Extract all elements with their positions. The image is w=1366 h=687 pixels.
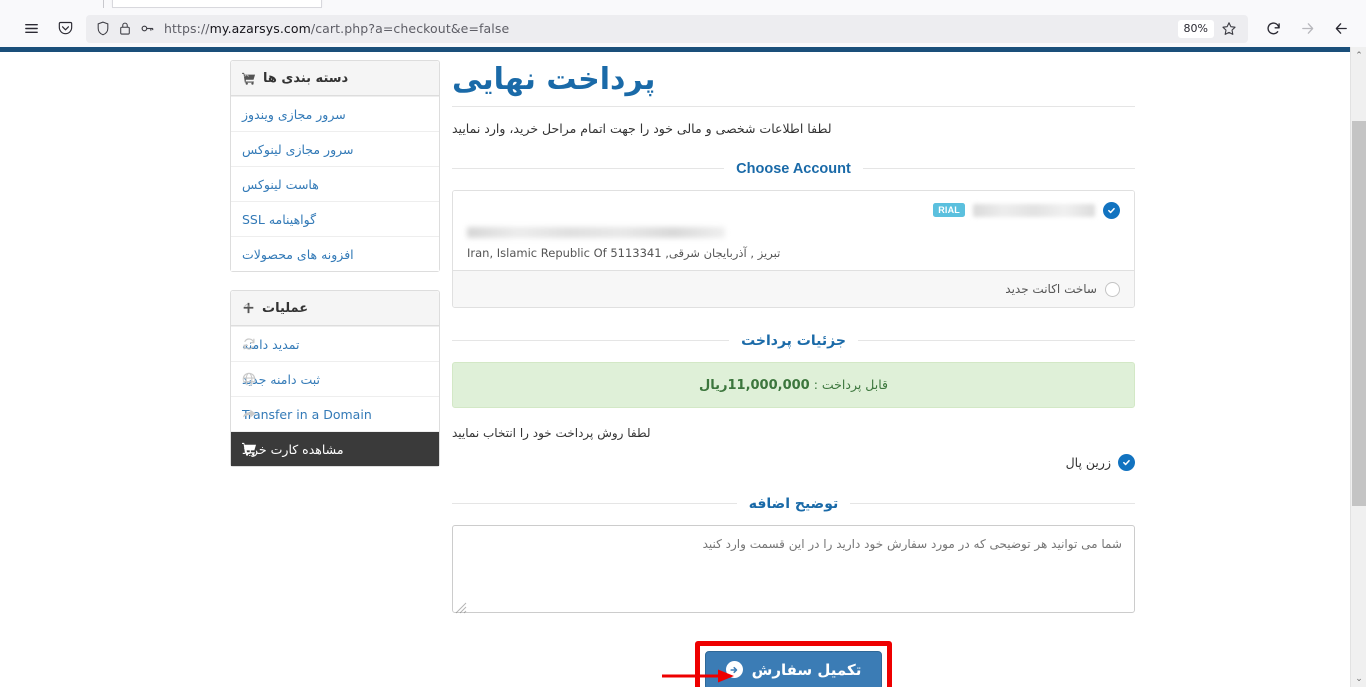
payable-label: قابل پرداخت : [813,377,889,392]
scroll-down-arrow-icon[interactable]: ⌄ [1351,670,1366,687]
checkout-area: تکمیل سفارش [452,640,1135,687]
actions-panel: ⌃ عملیات تمدید دامنه ثبت دامنه جدید Tran… [230,290,440,467]
sidebar-item-label: سرور مجازی ویندوز [242,106,346,122]
sidebar-item-windows-vps[interactable]: سرور مجازی ویندوز [231,96,439,131]
globe-icon [242,362,256,396]
sidebar-item-view-cart[interactable]: مشاهده کارت خرید [231,431,439,466]
currency-badge: RIAL [933,202,965,218]
bookmark-star-icon[interactable] [1216,17,1242,41]
sidebar-item-label: افزونه های محصولات [242,246,354,262]
scroll-up-arrow-icon[interactable]: ⌃ [1351,47,1366,64]
address-bar[interactable]: https://my.azarsys.com/cart.php?a=checko… [86,14,1248,43]
notes-legend-text: توضیح اضافه [736,496,851,512]
sidebar-item-label: هاست لینوکس [242,176,319,192]
cart-icon [242,432,257,466]
actions-title-text: عملیات [262,300,309,316]
back-button[interactable] [1326,15,1356,43]
page-scrollbar[interactable]: ⌃ ⌄ [1350,47,1366,687]
payment-method-label: زرین پال [1065,455,1111,470]
arrow-right-icon [242,397,257,431]
account-header-row: RIAL [467,201,1120,219]
account-name-redacted [973,203,1095,217]
notes-wrapper [452,525,1135,617]
navigation-toolbar: https://my.azarsys.com/cart.php?a=checko… [0,10,1366,47]
browser-tab[interactable] [112,0,322,8]
choose-account-legend: Choose Account [452,158,1135,178]
toolbar-right-icons [16,15,80,43]
shield-icon[interactable] [92,20,114,38]
page-body: ⌃ دسته بندی ها سرور مجازی ویندوز سرور مج… [0,52,1350,687]
complete-order-label: تکمیل سفارش [751,660,862,679]
sidebar-item-label: Transfer in a Domain [242,406,372,422]
sidebar-item-product-addons[interactable]: افزونه های محصولات [231,236,439,271]
new-account-label: ساخت اکانت جدید [1005,282,1097,296]
permissions-key-icon[interactable] [136,20,158,38]
payment-method-zarinpal[interactable]: زرین پال [452,454,1135,471]
categories-panel: ⌃ دسته بندی ها سرور مجازی ویندوز سرور مج… [230,60,440,272]
sidebar-item-ssl-certificate[interactable]: گواهینامه SSL [231,201,439,236]
main-content: پرداخت نهایی لطفا اطلاعات شخصی و مالی خو… [452,60,1135,687]
sidebar-item-linux-vps[interactable]: سرور مجازی لینوکس [231,131,439,166]
sidebar: ⌃ دسته بندی ها سرور مجازی ویندوز سرور مج… [230,60,440,485]
account-address-redacted [467,227,725,238]
payable-amount: 11,000,000ریال [698,378,810,393]
radio-unselected-icon[interactable] [1105,281,1120,297]
account-option-new[interactable]: ساخت اکانت جدید [453,270,1134,307]
notes-legend: توضیح اضافه [452,493,1135,513]
annotation-arrow-icon [662,669,734,683]
lock-icon[interactable] [114,20,136,38]
sidebar-item-label: گواهینامه SSL [242,211,317,227]
account-option-selected[interactable]: RIAL تبریز , آذربایجان شرقی, 5113341 Ira… [453,191,1134,270]
chevron-up-icon[interactable]: ⌃ [242,73,251,84]
categories-panel-header[interactable]: ⌃ دسته بندی ها [231,61,439,96]
sidebar-item-linux-hosting[interactable]: هاست لینوکس [231,166,439,201]
choose-account-legend-text: Choose Account [724,161,863,177]
sidebar-item-transfer-domain[interactable]: Transfer in a Domain [231,396,439,431]
categories-panel-title: دسته بندی ها [242,71,428,86]
account-selection-box: RIAL تبریز , آذربایجان شرقی, 5113341 Ira… [452,190,1135,308]
actions-panel-header[interactable]: ⌃ عملیات [231,291,439,326]
actions-panel-title: عملیات [242,301,428,316]
url-text: https://my.azarsys.com/cart.php?a=checko… [164,21,510,36]
categories-title-text: دسته بندی ها [263,70,349,86]
hamburger-menu-icon[interactable] [16,15,46,43]
reload-button[interactable] [1258,15,1288,43]
refresh-icon [242,327,256,361]
payment-details-legend-text: جزئیات پرداخت [729,333,858,349]
page-title: پرداخت نهایی [452,62,656,97]
forward-button[interactable] [1292,15,1322,43]
scrollbar-thumb[interactable] [1352,121,1366,506]
sidebar-item-label: سرور مجازی لینوکس [242,141,354,157]
order-notes-textarea[interactable] [452,525,1135,613]
pocket-icon[interactable] [50,15,80,43]
check-circle-icon[interactable] [1118,454,1135,471]
payment-method-hint: لطفا روش پرداخت خود را انتخاب نمایید [452,426,651,440]
page-subtitle: لطفا اطلاعات شخصی و مالی خود را جهت اتما… [452,121,832,136]
account-address: تبریز , آذربایجان شرقی, 5113341 Iran, Is… [467,246,781,260]
tab-separator [103,0,104,8]
sidebar-item-renew-domain[interactable]: تمدید دامنه [231,326,439,361]
title-divider [452,106,1135,107]
check-circle-icon[interactable] [1103,201,1120,219]
browser-window: https://my.azarsys.com/cart.php?a=checko… [0,0,1366,687]
sidebar-item-register-domain[interactable]: ثبت دامنه جدید [231,361,439,396]
tab-strip [0,0,1366,10]
page-viewport: ⌃ دسته بندی ها سرور مجازی ویندوز سرور مج… [0,47,1366,687]
zoom-level-indicator[interactable]: 80% [1177,19,1214,38]
chevron-up-icon[interactable]: ⌃ [242,303,251,314]
sidebar-item-label: مشاهده کارت خرید [242,441,344,457]
payable-amount-alert: قابل پرداخت : 11,000,000ریال [452,362,1135,408]
payment-details-legend: جزئیات پرداخت [452,330,1135,350]
